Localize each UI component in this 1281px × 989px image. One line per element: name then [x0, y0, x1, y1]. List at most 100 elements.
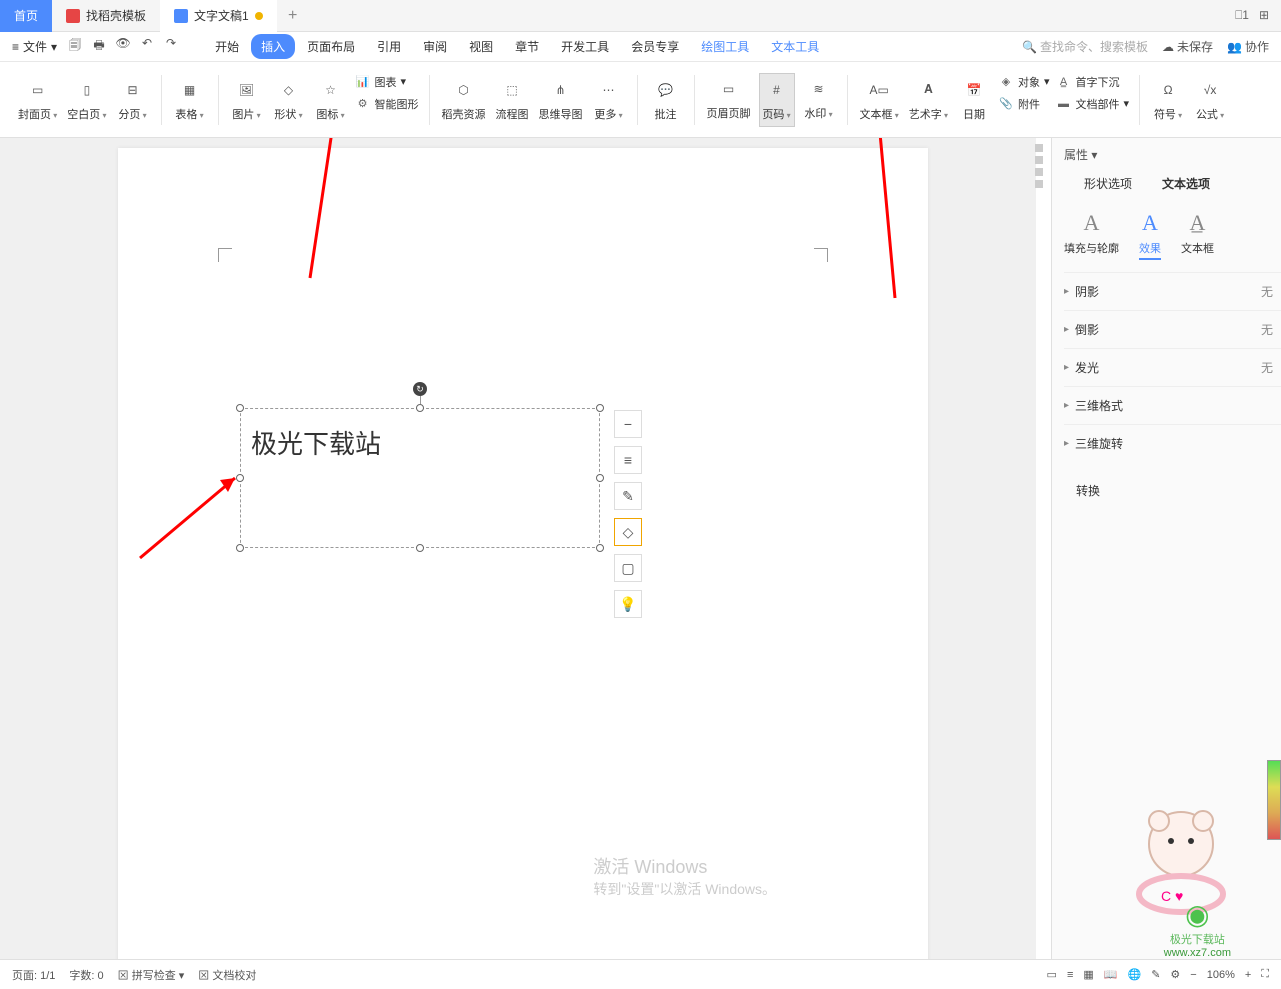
pagenum-button[interactable]: #页码 — [759, 73, 795, 127]
float-wrap-button[interactable]: ≡ — [614, 446, 642, 474]
float-fill-button[interactable]: ◇ — [614, 518, 642, 546]
status-page[interactable]: 页面: 1/1 — [12, 967, 55, 983]
menu-tab-insert[interactable]: 插入 — [251, 34, 295, 59]
subtab-fill[interactable]: A填充与轮廓 — [1064, 210, 1119, 260]
section-reflection[interactable]: 倒影无 — [1064, 321, 1281, 338]
attachment-button[interactable]: 📎附件 — [998, 96, 1050, 112]
resource-button[interactable]: ⬡稻壳资源 — [440, 74, 488, 126]
section-convert[interactable]: 转换 — [1064, 462, 1281, 499]
resize-handle-tm[interactable] — [416, 404, 424, 412]
tab-shape-options[interactable]: 形状选项 — [1084, 175, 1132, 198]
status-proof[interactable]: ⊠ 文档校对 — [198, 967, 256, 983]
subtab-effect[interactable]: A效果 — [1139, 210, 1161, 260]
textbox-button[interactable]: A▭文本框 — [858, 74, 901, 126]
preview-icon[interactable]: 👁 — [115, 36, 131, 57]
table-button[interactable]: ▦表格 — [172, 74, 208, 126]
float-collapse-button[interactable]: − — [614, 410, 642, 438]
settings-icon[interactable]: ⚙ — [1170, 968, 1180, 981]
menu-tab-view[interactable]: 视图 — [459, 34, 503, 59]
section-glow[interactable]: 发光无 — [1064, 359, 1281, 376]
textbox-text[interactable]: 极光下载站 — [241, 409, 599, 476]
view-web-icon[interactable]: ▦ — [1083, 968, 1093, 981]
tab-add-button[interactable]: + — [277, 7, 309, 25]
float-idea-button[interactable]: 💡 — [614, 590, 642, 618]
resize-handle-bl[interactable] — [236, 544, 244, 552]
formula-button[interactable]: √x公式 — [1192, 74, 1228, 126]
picture-button[interactable]: 🖼图片 — [229, 74, 265, 126]
undo-icon[interactable]: ↶ — [139, 36, 155, 57]
rotate-handle[interactable]: ↻ — [413, 382, 427, 396]
zoom-in-button[interactable]: + — [1245, 969, 1251, 981]
chart-button[interactable]: 📊图表 ▾ — [355, 74, 419, 90]
search-box[interactable]: 🔍 查找命令、搜索模板 — [1022, 38, 1148, 55]
subtab-textbox[interactable]: A̲文本框 — [1181, 210, 1214, 260]
flowchart-button[interactable]: ⬚流程图 — [494, 74, 531, 126]
page-break-button[interactable]: ⊟分页 — [115, 74, 151, 126]
tab-text-options[interactable]: 文本选项 — [1162, 175, 1210, 198]
wordart-button[interactable]: 𝐀艺术字 — [907, 74, 950, 126]
headerfooter-button[interactable]: ▭页眉页脚 — [705, 73, 753, 125]
panel-header[interactable]: 属性 ▾ — [1064, 138, 1281, 171]
wm-label: 水印 — [804, 105, 832, 121]
textbox-frame[interactable]: 极光下载站 — [240, 408, 600, 548]
menu-tab-review[interactable]: 审阅 — [413, 34, 457, 59]
section-3d-format[interactable]: 三维格式 — [1064, 397, 1281, 414]
textbox-selection[interactable]: ↻ 极光下载站 — [240, 408, 600, 548]
menu-tab-texttools[interactable]: 文本工具 — [761, 34, 829, 59]
resize-handle-mr[interactable] — [596, 474, 604, 482]
section-shadow[interactable]: 阴影无 — [1064, 283, 1281, 300]
view-globe-icon[interactable]: 🌐 — [1127, 968, 1141, 981]
annotate-button[interactable]: 💬批注 — [648, 74, 684, 126]
zoom-level[interactable]: 106% — [1207, 969, 1235, 981]
section-3d-rotate[interactable]: 三维旋转 — [1064, 435, 1281, 452]
unsaved-status[interactable]: ☁ 未保存 — [1162, 38, 1213, 55]
menu-tab-drawtools[interactable]: 绘图工具 — [691, 34, 759, 59]
print-icon[interactable]: 🖶 — [91, 36, 107, 57]
cover-page-button[interactable]: ▭封面页 — [16, 74, 59, 126]
window-layout-icon[interactable]: ⎕1 — [1235, 8, 1249, 23]
menu-tab-devtools[interactable]: 开发工具 — [551, 34, 619, 59]
dropcap-button[interactable]: A͇首字下沉 — [1056, 74, 1130, 90]
resize-handle-bm[interactable] — [416, 544, 424, 552]
shape-button[interactable]: ◇形状 — [271, 74, 307, 126]
tab-home[interactable]: 首页 — [0, 0, 52, 32]
window-grid-icon[interactable]: ⊞ — [1259, 8, 1269, 23]
symbol-button[interactable]: Ω符号 — [1150, 74, 1186, 126]
view-page-icon[interactable]: ▭ — [1047, 968, 1057, 981]
view-read-icon[interactable]: 📖 — [1104, 968, 1118, 981]
status-spellcheck[interactable]: ⊠ 拼写检查 ▾ — [118, 967, 185, 983]
date-button[interactable]: 📅日期 — [956, 74, 992, 126]
resize-handle-br[interactable] — [596, 544, 604, 552]
status-words[interactable]: 字数: 0 — [69, 967, 103, 983]
resize-handle-tr[interactable] — [596, 404, 604, 412]
fullscreen-icon[interactable]: ⛶ — [1261, 968, 1269, 981]
tab-template[interactable]: 找稻壳模板 — [52, 0, 160, 32]
menu-tab-start[interactable]: 开始 — [205, 34, 249, 59]
icon-button[interactable]: ☆图标 — [313, 74, 349, 126]
more-button[interactable]: ⋯更多 — [591, 74, 627, 126]
file-menu[interactable]: ≡ 文件 ▾ — [12, 38, 57, 55]
float-edit-button[interactable]: ✎ — [614, 482, 642, 510]
smartart-button[interactable]: ⚙智能图形 — [355, 96, 419, 112]
float-border-button[interactable]: ▢ — [614, 554, 642, 582]
zoom-out-button[interactable]: − — [1190, 969, 1196, 981]
menu-tab-member[interactable]: 会员专享 — [621, 34, 689, 59]
document-area[interactable]: ↻ 极光下载站 − ≡ ✎ ◇ ▢ 💡 激活 Wi — [0, 138, 1036, 959]
redo-icon[interactable]: ↷ — [163, 36, 179, 57]
view-outline-icon[interactable]: ≡ — [1067, 969, 1073, 981]
resize-handle-tl[interactable] — [236, 404, 244, 412]
page[interactable] — [118, 148, 928, 959]
watermark-button[interactable]: ≋水印 — [801, 73, 837, 125]
menu-tab-section[interactable]: 章节 — [505, 34, 549, 59]
menu-tab-reference[interactable]: 引用 — [367, 34, 411, 59]
docparts-button[interactable]: ▬文档部件 ▾ — [1056, 96, 1130, 112]
resize-handle-ml[interactable] — [236, 474, 244, 482]
collab-button[interactable]: 👥 协作 — [1227, 38, 1269, 55]
view-focus-icon[interactable]: ✎ — [1151, 968, 1160, 981]
menu-tab-layout[interactable]: 页面布局 — [297, 34, 365, 59]
object-button[interactable]: ◈对象 ▾ — [998, 74, 1050, 90]
save-icon[interactable]: 🗐 — [67, 36, 83, 57]
mindmap-button[interactable]: ⋔思维导图 — [537, 74, 585, 126]
tab-document[interactable]: 文字文稿1 — [160, 0, 277, 32]
blank-page-button[interactable]: ▯空白页 — [65, 74, 108, 126]
